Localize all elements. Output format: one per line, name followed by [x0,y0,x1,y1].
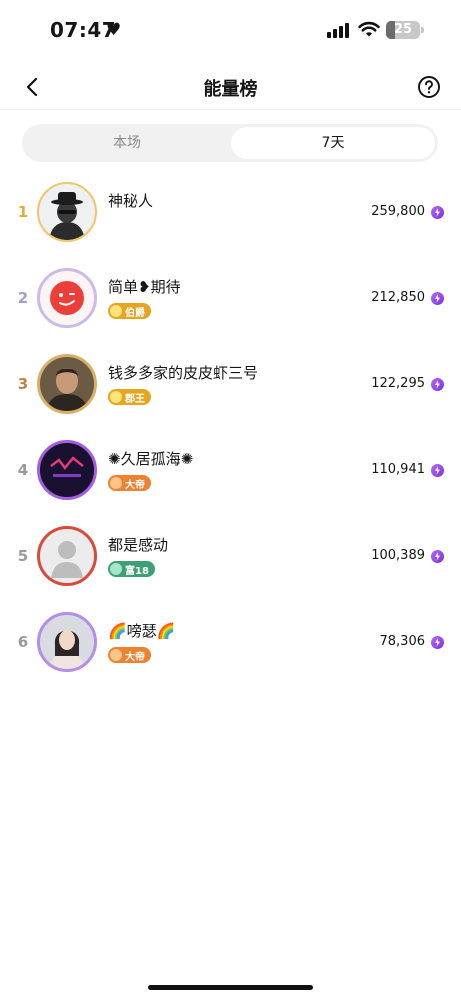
heart-icon: ♥ [106,20,122,40]
battery-icon: 25 [386,21,420,39]
help-icon[interactable] [417,75,441,99]
rank-number: 2 [17,289,29,307]
rank-number: 3 [17,375,29,393]
badge-icon [110,477,122,489]
badge-label: 伯爵 [125,307,145,319]
wifi-icon [358,21,380,37]
badge-icon [110,305,122,317]
user-name: ✺久居孤海✺ [108,450,194,468]
badge-label: 郡王 [125,393,145,405]
energy-icon [431,206,444,219]
energy-score: 78,306 [379,634,426,649]
neon-night-avatar-icon[interactable] [39,442,95,498]
energy-icon [431,550,444,563]
rank-number: 6 [17,633,29,651]
woman-photo-avatar-icon[interactable] [39,614,95,670]
cellular-signal-icon [327,22,351,38]
leaderboard-row[interactable]: 1 神秘人 259,800 [0,170,461,256]
rank-number: 5 [17,547,29,565]
leaderboard-row[interactable]: 6 🌈嗙瑟🌈 大帝 78,306 [0,600,461,686]
energy-score: 110,941 [371,462,425,477]
badge-icon [110,391,122,403]
energy-icon [431,292,444,305]
leaderboard-row[interactable]: 3 钱多多家的皮皮虾三号 郡王 122,295 [0,342,461,428]
leaderboard-row[interactable]: 4 ✺久居孤海✺ 大帝 110,941 [0,428,461,514]
badge-label: 富18 [125,565,149,577]
home-indicator[interactable] [148,985,313,990]
user-name: 简单❥期待 [108,278,181,296]
tab-7-days[interactable]: 7天 [231,127,435,159]
level-badge: 伯爵 [108,303,151,319]
energy-score: 122,295 [371,376,425,391]
battery-tip [421,27,424,33]
battery-level: 25 [393,22,413,37]
page-title: 能量榜 [203,79,258,100]
man-photo-avatar-icon[interactable] [39,356,95,412]
level-badge: 大帝 [108,647,151,663]
period-tabs: 本场 7天 [22,124,438,162]
user-name: 钱多多家的皮皮虾三号 [108,364,259,382]
energy-icon [431,636,444,649]
leaderboard-row[interactable]: 5 都是感动 富18 100,389 [0,514,461,600]
status-bar: 07:47 ♥ 25 [0,0,461,62]
badge-icon [110,563,122,575]
badge-label: 大帝 [125,651,145,663]
tab-this-session[interactable]: 本场 [25,127,229,159]
user-name: 神秘人 [108,192,154,210]
navigation-header: 能量榜 [0,62,461,110]
badge-label: 大帝 [125,479,145,491]
rank-number: 4 [17,461,29,479]
rank-number: 1 [17,203,29,221]
energy-score: 259,800 [371,204,425,219]
level-badge: 富18 [108,561,155,577]
leaderboard-row[interactable]: 2 简单❥期待 伯爵 212,850 [0,256,461,342]
default-silhouette-avatar-icon[interactable] [39,528,95,584]
level-badge: 郡王 [108,389,151,405]
energy-score: 212,850 [371,290,425,305]
user-name: 🌈嗙瑟🌈 [108,622,176,640]
mystery-person-avatar-icon[interactable] [39,184,95,240]
energy-icon [431,378,444,391]
level-badge: 大帝 [108,475,151,491]
badge-icon [110,649,122,661]
red-face-avatar-icon[interactable] [39,270,95,326]
user-name: 都是感动 [108,536,169,554]
energy-score: 100,389 [371,548,425,563]
energy-icon [431,464,444,477]
